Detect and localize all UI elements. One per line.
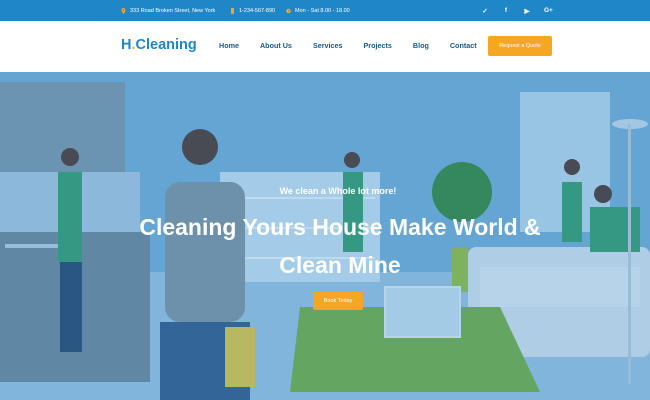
address-info: 333 Road Broken Street, New York (121, 0, 215, 21)
hours-info: Mon - Sat 8.00 - 18.00 (286, 0, 350, 21)
book-today-button[interactable]: Book Today (313, 292, 363, 310)
nav-contact[interactable]: Contact (450, 41, 477, 50)
social-links: ✓ f ▶ G+ (481, 0, 553, 21)
facebook-icon[interactable]: f (502, 7, 510, 14)
location-icon (121, 7, 126, 14)
phone-info: 1-234-567-890 (230, 0, 275, 21)
google-plus-icon[interactable]: G+ (544, 7, 553, 14)
hours-text: Mon - Sat 8.00 - 18.00 (295, 7, 350, 14)
hero-headline: Cleaning Yours House Make World & Clean … (139, 214, 541, 278)
phone-icon (231, 7, 234, 14)
top-info-bar: 333 Road Broken Street, New York 1-234-5… (0, 0, 650, 21)
phone-text: 1-234-567-890 (239, 7, 276, 14)
nav-home[interactable]: Home (219, 41, 239, 50)
request-quote-button[interactable]: Request a Quote (488, 36, 552, 56)
site-logo[interactable]: H.Cleaning (121, 37, 197, 53)
logo-letter: H (121, 37, 132, 53)
site-header: H.Cleaning Home About Us Services Projec… (0, 21, 650, 72)
hero-banner: We clean a Whole lot more! Cleaning Your… (0, 72, 650, 400)
nav-projects[interactable]: Projects (364, 41, 392, 50)
main-nav: Home About Us Services Projects Blog Con… (219, 41, 498, 50)
nav-blog[interactable]: Blog (413, 41, 429, 50)
hero-tagline: We clean a Whole lot more! (279, 186, 397, 196)
nav-about-us[interactable]: About Us (260, 41, 292, 50)
logo-word: Cleaning (135, 37, 197, 53)
twitter-icon[interactable]: ✓ (481, 7, 489, 15)
nav-services[interactable]: Services (313, 41, 343, 50)
youtube-icon[interactable]: ▶ (523, 7, 531, 15)
address-text: 333 Road Broken Street, New York (130, 7, 216, 14)
clock-icon (286, 8, 291, 13)
